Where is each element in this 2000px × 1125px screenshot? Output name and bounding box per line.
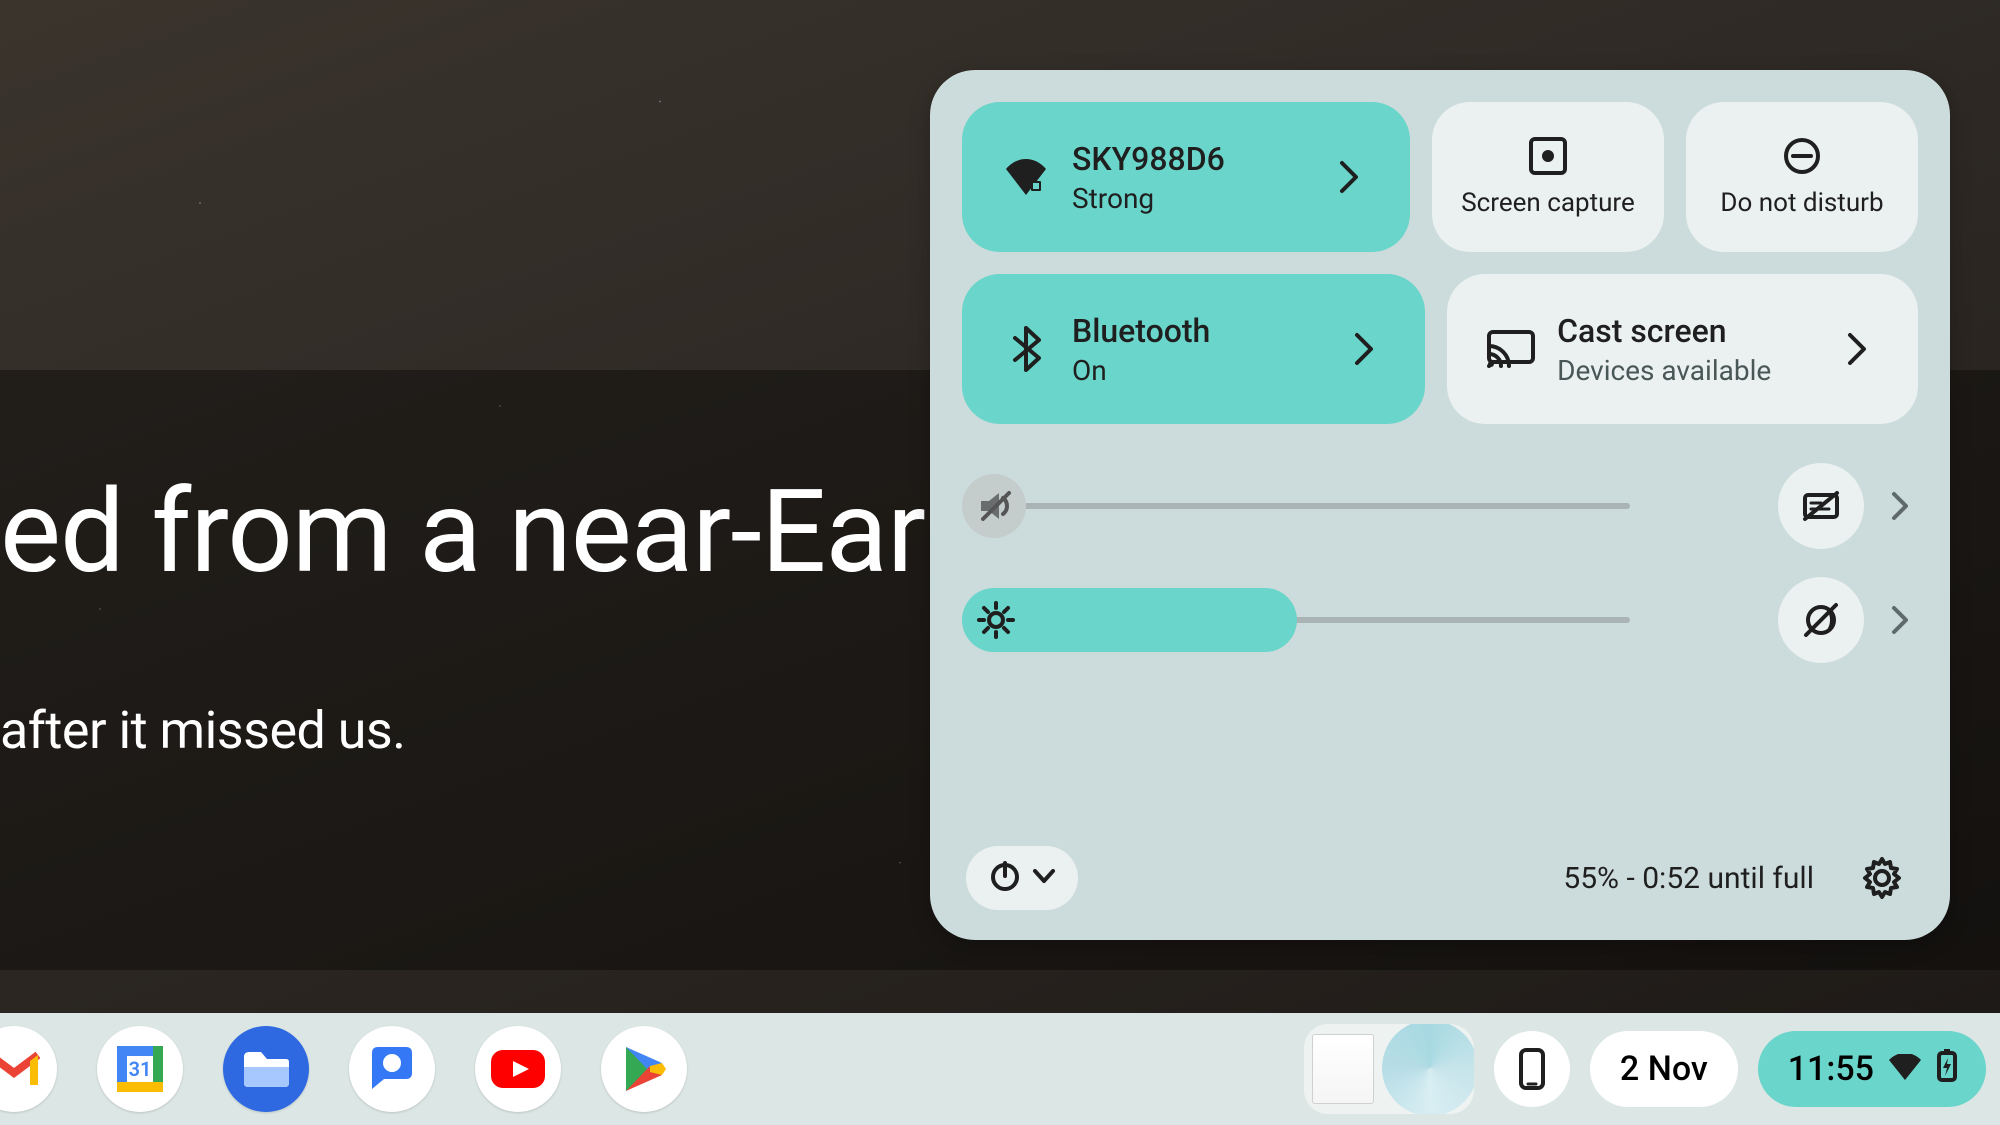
holding-space[interactable] xyxy=(1304,1024,1474,1114)
night-light-toggle[interactable] xyxy=(1778,577,1864,663)
volume-slider[interactable] xyxy=(962,474,1662,538)
dnd-tile[interactable]: Do not disturb xyxy=(1686,102,1918,252)
wifi-icon xyxy=(998,159,1054,195)
app-messages[interactable] xyxy=(349,1026,435,1112)
gear-icon xyxy=(1860,856,1904,900)
headline-text: ed from a near-Ear xyxy=(0,465,925,600)
wifi-status-icon xyxy=(1888,1049,1922,1089)
dnd-label: Do not disturb xyxy=(1720,187,1883,220)
brightness-icon xyxy=(976,600,1016,640)
phone-icon xyxy=(1518,1047,1546,1091)
shelf-time: 11:55 xyxy=(1788,1049,1874,1089)
bluetooth-tile[interactable]: Bluetooth On xyxy=(962,274,1425,424)
brightness-slider[interactable] xyxy=(962,588,1662,652)
bluetooth-title: Bluetooth xyxy=(1072,312,1339,350)
chevron-right-icon[interactable] xyxy=(1324,160,1374,194)
screen-capture-tile[interactable]: Screen capture xyxy=(1432,102,1664,252)
night-light-off-icon xyxy=(1801,600,1841,640)
wifi-tile[interactable]: SKY988D6 Strong xyxy=(962,102,1410,252)
cast-tile[interactable]: Cast screen Devices available xyxy=(1447,274,1918,424)
battery-charging-icon xyxy=(1936,1048,1958,1091)
phone-hub-button[interactable] xyxy=(1494,1031,1570,1107)
power-menu-button[interactable] xyxy=(966,846,1078,910)
status-tray[interactable]: 11:55 xyxy=(1758,1031,1986,1107)
app-play-store[interactable] xyxy=(601,1026,687,1112)
settings-button[interactable] xyxy=(1850,846,1914,910)
chevron-right-icon[interactable] xyxy=(1832,332,1882,366)
dnd-icon xyxy=(1781,135,1823,177)
volume-muted-icon xyxy=(976,486,1016,526)
chevron-right-icon[interactable] xyxy=(1339,332,1389,366)
app-calendar[interactable]: 31 xyxy=(97,1026,183,1112)
svg-text:31: 31 xyxy=(129,1057,152,1081)
captions-toggle[interactable] xyxy=(1778,463,1864,549)
power-icon xyxy=(988,859,1022,897)
cast-title: Cast screen xyxy=(1557,312,1832,350)
wifi-ssid: SKY988D6 xyxy=(1072,140,1324,178)
app-files[interactable] xyxy=(223,1026,309,1112)
captions-off-icon xyxy=(1801,489,1841,523)
shelf: 31 2 Nov 11:55 xyxy=(0,1013,2000,1125)
cast-icon xyxy=(1483,329,1539,369)
subhead-text: after it missed us. xyxy=(0,700,405,761)
wifi-signal: Strong xyxy=(1072,182,1324,215)
quick-settings-panel: SKY988D6 Strong Screen capture Do not di… xyxy=(930,70,1950,940)
bluetooth-state: On xyxy=(1072,354,1339,387)
display-settings-expand[interactable] xyxy=(1882,605,1918,635)
battery-status-text: 55% - 0:52 until full xyxy=(1563,861,1814,896)
bluetooth-icon xyxy=(998,326,1054,372)
app-gmail[interactable] xyxy=(0,1026,57,1112)
screen-capture-icon xyxy=(1527,135,1569,177)
chevron-down-icon xyxy=(1032,868,1056,888)
screen-capture-label: Screen capture xyxy=(1461,187,1635,220)
date-chip[interactable]: 2 Nov xyxy=(1590,1031,1738,1107)
shelf-date: 2 Nov xyxy=(1620,1049,1708,1089)
audio-settings-expand[interactable] xyxy=(1882,491,1918,521)
cast-sub: Devices available xyxy=(1557,354,1832,387)
app-youtube[interactable] xyxy=(475,1026,561,1112)
